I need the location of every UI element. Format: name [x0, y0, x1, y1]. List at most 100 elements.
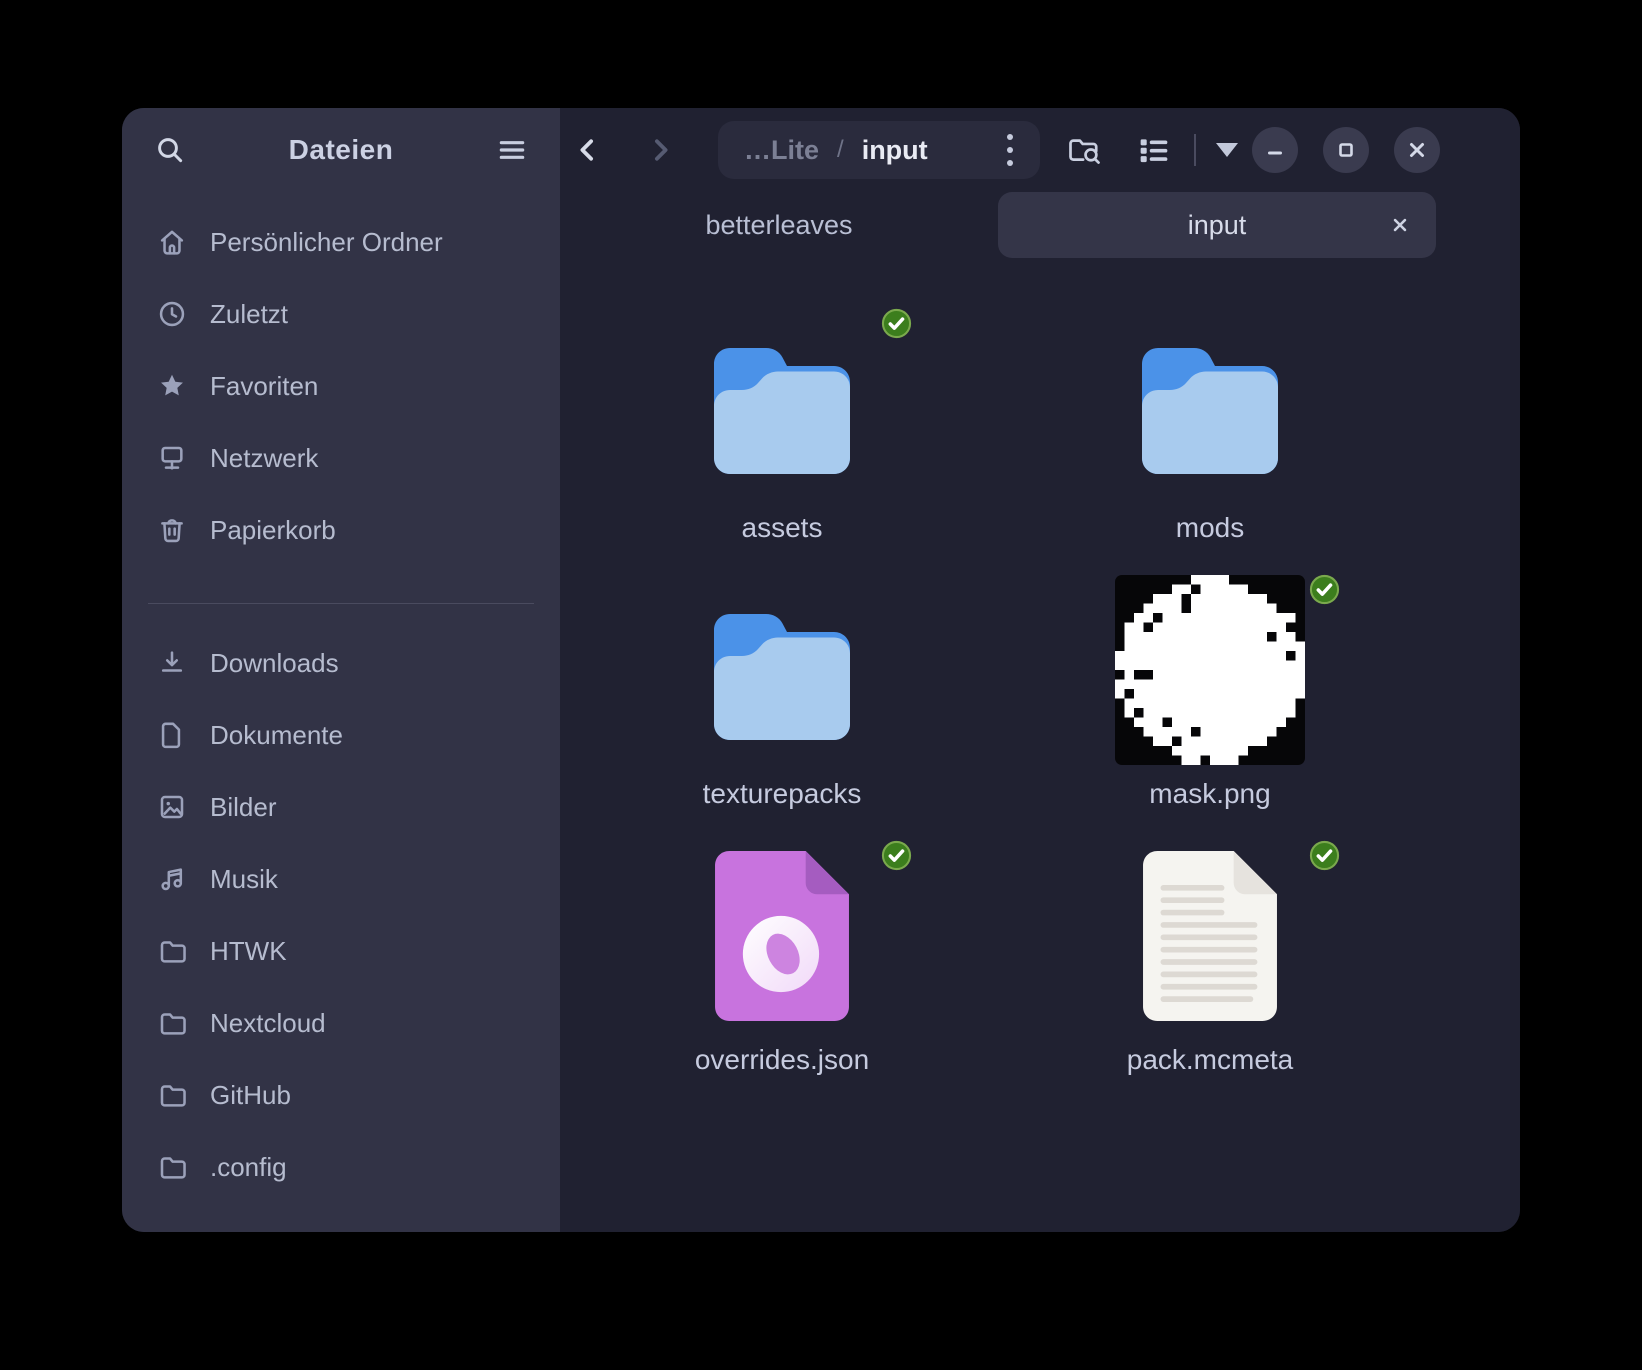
breadcrumb-parent[interactable]: …Lite [744, 135, 819, 166]
tab-input[interactable]: input [998, 192, 1436, 258]
sidebar-item-network[interactable]: Netzwerk [122, 422, 560, 494]
text-file-icon [1143, 851, 1277, 1021]
star-icon [156, 370, 188, 402]
tab-betterleaves[interactable]: betterleaves [560, 192, 998, 258]
sidebar-nav: Persönlicher Ordner Zuletzt Favoriten [122, 192, 560, 1203]
file-item-assets[interactable]: assets [568, 308, 996, 574]
search-icon [154, 134, 186, 166]
sidebar-item-github[interactable]: GitHub [122, 1059, 560, 1131]
forward-button[interactable] [638, 128, 682, 172]
download-icon [156, 647, 188, 679]
folder-search-icon [1066, 132, 1102, 168]
folder-icon [156, 935, 188, 967]
sidebar-item-config[interactable]: .config [122, 1131, 560, 1203]
sidebar: Dateien Persönlicher Ordner Zuletzt [122, 108, 560, 1232]
mask-pixels [1115, 575, 1305, 765]
close-button[interactable] [1394, 127, 1440, 173]
chevron-left-icon [573, 135, 603, 165]
sidebar-item-label: GitHub [210, 1080, 291, 1111]
app-title: Dateien [192, 134, 490, 166]
synced-emblem-icon [1309, 574, 1340, 605]
headerbar: …Lite / input [560, 108, 1520, 192]
sidebar-item-label: Persönlicher Ordner [210, 227, 443, 258]
synced-emblem-icon [881, 308, 912, 339]
chevron-down-icon [1216, 143, 1238, 157]
image-icon [156, 791, 188, 823]
sidebar-item-nextcloud[interactable]: Nextcloud [122, 987, 560, 1059]
sidebar-divider [148, 603, 534, 604]
list-view-icon [1137, 133, 1171, 167]
view-list-button[interactable] [1128, 126, 1180, 174]
image-thumbnail [1115, 575, 1305, 765]
search-button[interactable] [148, 128, 192, 172]
file-grid: assets mods texturepacks [560, 264, 1520, 1232]
sidebar-item-starred[interactable]: Favoriten [122, 350, 560, 422]
sidebar-item-recent[interactable]: Zuletzt [122, 278, 560, 350]
sidebar-item-label: Zuletzt [210, 299, 288, 330]
sidebar-item-trash[interactable]: Papierkorb [122, 494, 560, 566]
sidebar-item-label: Dokumente [210, 720, 343, 751]
toolbar-separator [1194, 134, 1196, 166]
folder-icon [156, 1079, 188, 1111]
file-item-pack-mcmeta[interactable]: pack.mcmeta [996, 840, 1424, 1106]
path-menu-button[interactable] [990, 128, 1030, 172]
back-button[interactable] [566, 128, 610, 172]
minimize-button[interactable] [1252, 127, 1298, 173]
close-icon [1391, 216, 1409, 234]
document-icon [156, 719, 188, 751]
hamburger-menu-button[interactable] [490, 128, 534, 172]
sidebar-item-label: Nextcloud [210, 1008, 326, 1039]
sidebar-item-home[interactable]: Persönlicher Ordner [122, 206, 560, 278]
maximize-button[interactable] [1323, 127, 1369, 173]
search-folder-button[interactable] [1058, 126, 1110, 174]
synced-emblem-icon [1309, 840, 1340, 871]
tab-label: betterleaves [705, 210, 852, 241]
breadcrumb[interactable]: …Lite / input [718, 121, 1040, 179]
sidebar-item-label: Bilder [210, 792, 276, 823]
breadcrumb-current[interactable]: input [862, 135, 928, 166]
sidebar-item-downloads[interactable]: Downloads [122, 627, 560, 699]
sidebar-item-htwk[interactable]: HTWK [122, 915, 560, 987]
sidebar-item-label: .config [210, 1152, 287, 1183]
file-name: overrides.json [695, 1044, 869, 1076]
sidebar-item-label: Musik [210, 864, 278, 895]
hamburger-icon [496, 134, 528, 166]
network-icon [156, 442, 188, 474]
folder-icon [1130, 334, 1290, 474]
main-pane: …Lite / input [560, 108, 1520, 1232]
sidebar-item-label: HTWK [210, 936, 287, 967]
tab-bar: betterleaves input [560, 192, 1520, 264]
folder-icon [702, 334, 862, 474]
home-icon [156, 226, 188, 258]
kebab-icon [1007, 134, 1013, 140]
json-file-icon [715, 851, 849, 1021]
file-name: texturepacks [703, 778, 862, 810]
tab-close-button[interactable] [1378, 192, 1422, 258]
folder-icon [156, 1151, 188, 1183]
close-icon [1407, 140, 1427, 160]
folder-icon [156, 1007, 188, 1039]
minimize-icon [1265, 140, 1285, 160]
sidebar-item-pictures[interactable]: Bilder [122, 771, 560, 843]
file-item-mods[interactable]: mods [996, 308, 1424, 574]
chevron-right-icon [645, 135, 675, 165]
breadcrumb-separator: / [837, 136, 844, 164]
file-name: pack.mcmeta [1127, 1044, 1294, 1076]
sidebar-item-label: Downloads [210, 648, 339, 679]
view-options-button[interactable] [1210, 143, 1244, 157]
file-name: assets [742, 512, 823, 544]
sidebar-item-label: Favoriten [210, 371, 318, 402]
sidebar-item-music[interactable]: Musik [122, 843, 560, 915]
sidebar-header: Dateien [122, 108, 560, 192]
file-manager-window: Dateien Persönlicher Ordner Zuletzt [122, 108, 1520, 1232]
trash-icon [156, 514, 188, 546]
file-item-overrides-json[interactable]: overrides.json [568, 840, 996, 1106]
tab-label: input [1188, 210, 1247, 241]
sidebar-item-label: Netzwerk [210, 443, 318, 474]
sidebar-item-documents[interactable]: Dokumente [122, 699, 560, 771]
synced-emblem-icon [881, 840, 912, 871]
file-item-texturepacks[interactable]: texturepacks [568, 574, 996, 840]
sidebar-item-label: Papierkorb [210, 515, 336, 546]
file-item-mask-png[interactable]: mask.png [996, 574, 1424, 840]
file-name: mods [1176, 512, 1244, 544]
